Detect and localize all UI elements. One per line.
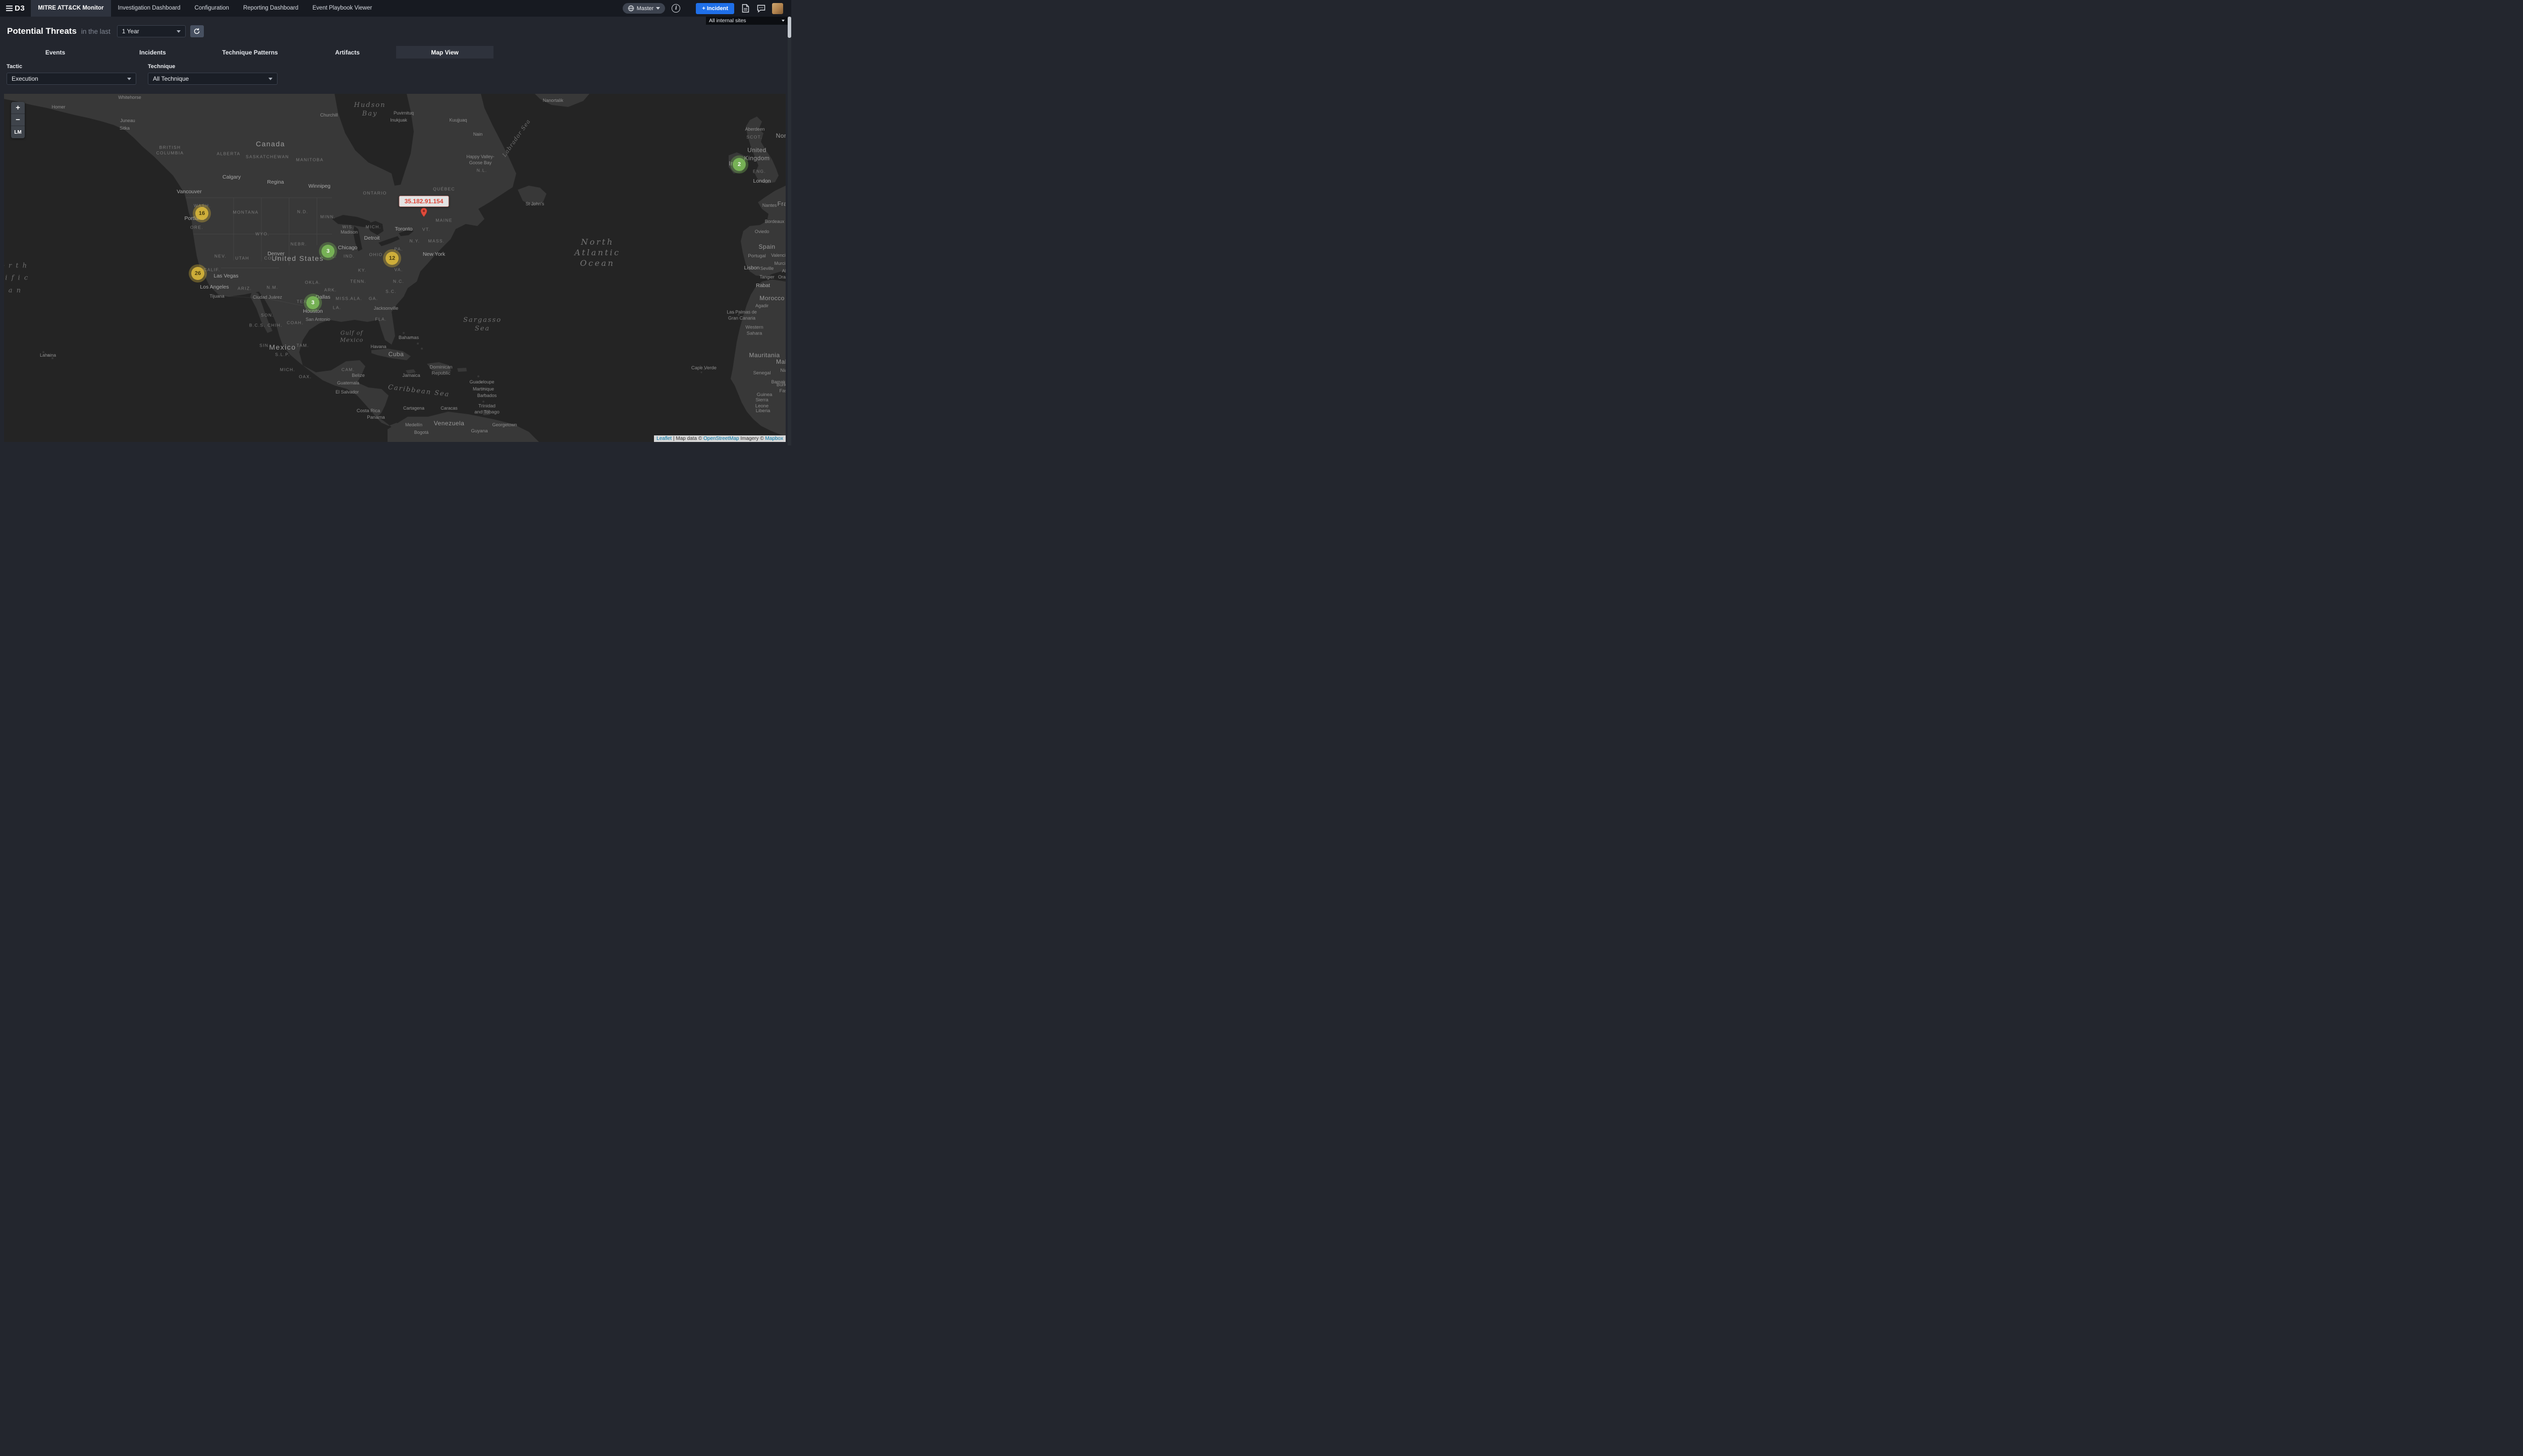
chevron-down-icon (656, 7, 660, 10)
chevron-down-icon (177, 30, 181, 33)
openstreetmap-link[interactable]: OpenStreetMap (703, 436, 739, 441)
scrollbar-thumb[interactable] (788, 17, 791, 38)
zoom-in-button[interactable]: + (11, 102, 25, 114)
info-icon[interactable]: i (672, 4, 680, 13)
attribution-text: Imagery © (739, 436, 765, 441)
mapbox-link[interactable]: Mapbox (765, 436, 783, 441)
threat-pin[interactable] (420, 207, 427, 220)
chevron-down-icon (782, 20, 785, 22)
report-document-icon[interactable] (741, 4, 750, 13)
map-attribution: Leaflet | Map data © OpenStreetMap Image… (654, 435, 786, 442)
cluster-count: 2 (738, 161, 741, 167)
page-title: Potential Threats (7, 26, 77, 36)
cluster-marker[interactable]: 2 (733, 158, 746, 171)
threat-map[interactable]: Hudson BayLabrador SeaNorth Atlantic Oce… (4, 94, 786, 442)
internal-sites-value: All internal sites (709, 18, 746, 24)
time-range-value: 1 Year (122, 28, 139, 35)
leaflet-link[interactable]: Leaflet (656, 436, 672, 441)
globe-icon (628, 5, 634, 12)
map-zoom-control: + − LM (11, 102, 25, 138)
pin-tooltip: 35.182.91.154 (399, 196, 449, 207)
cluster-marker[interactable]: 16 (195, 207, 208, 220)
tab-incidents[interactable]: Incidents (104, 46, 201, 59)
tactic-label: Tactic (7, 64, 22, 70)
logo-bars-icon (6, 6, 13, 11)
cluster-marker[interactable]: 3 (321, 245, 335, 258)
chevron-down-icon (268, 78, 272, 80)
logo-text: D3 (15, 4, 25, 13)
cluster-marker[interactable]: 26 (191, 267, 204, 280)
top-navbar: D3 MITRE ATT&CK Monitor Investigation Da… (0, 0, 791, 17)
cluster-count: 3 (311, 300, 314, 306)
chevron-down-icon (127, 78, 131, 80)
time-range-select[interactable]: 1 Year (117, 25, 186, 37)
cluster-marker[interactable]: 12 (386, 252, 399, 265)
nav-item-investigation-dashboard[interactable]: Investigation Dashboard (111, 0, 188, 17)
internal-sites-select[interactable]: All internal sites (706, 17, 788, 25)
navbar-right-group: Master i + Incident (623, 3, 791, 14)
tactic-select[interactable]: Execution (7, 73, 136, 85)
tab-technique-patterns[interactable]: Technique Patterns (201, 46, 299, 59)
user-avatar[interactable] (772, 3, 783, 14)
cluster-marker[interactable]: 3 (306, 296, 319, 309)
view-tabs: Events Incidents Technique Patterns Arti… (7, 46, 493, 59)
map-landmass (4, 94, 786, 442)
nav-item-event-playbook-viewer[interactable]: Event Playbook Viewer (305, 0, 379, 17)
page-subtitle: in the last (81, 28, 111, 35)
tactic-value: Execution (12, 75, 38, 82)
page-scrollbar (788, 17, 791, 445)
cluster-count: 3 (326, 248, 330, 254)
technique-value: All Technique (153, 75, 189, 82)
page-header: Potential Threats in the last 1 Year (7, 25, 204, 38)
refresh-button[interactable] (190, 25, 204, 37)
cluster-count: 12 (389, 255, 395, 261)
cluster-count: 26 (195, 270, 201, 276)
technique-select[interactable]: All Technique (148, 73, 278, 85)
layer-mode-button[interactable]: LM (11, 126, 25, 138)
add-incident-button[interactable]: + Incident (696, 3, 734, 14)
tab-events[interactable]: Events (7, 46, 104, 59)
master-label: Master (637, 6, 654, 12)
tab-artifacts[interactable]: Artifacts (299, 46, 396, 59)
zoom-out-button[interactable]: − (11, 114, 25, 126)
nav-item-configuration[interactable]: Configuration (188, 0, 236, 17)
nav-item-mitre-attck-monitor[interactable]: MITRE ATT&CK Monitor (31, 0, 111, 17)
tab-map-view[interactable]: Map View (396, 46, 493, 59)
attribution-text: | Map data © (672, 436, 703, 441)
nav-item-reporting-dashboard[interactable]: Reporting Dashboard (236, 0, 305, 17)
technique-label: Technique (148, 64, 175, 70)
d3-logo[interactable]: D3 (0, 4, 31, 13)
chat-icon[interactable] (756, 4, 765, 13)
master-site-selector[interactable]: Master (623, 3, 666, 14)
refresh-icon (193, 28, 200, 35)
cluster-count: 16 (199, 210, 205, 216)
